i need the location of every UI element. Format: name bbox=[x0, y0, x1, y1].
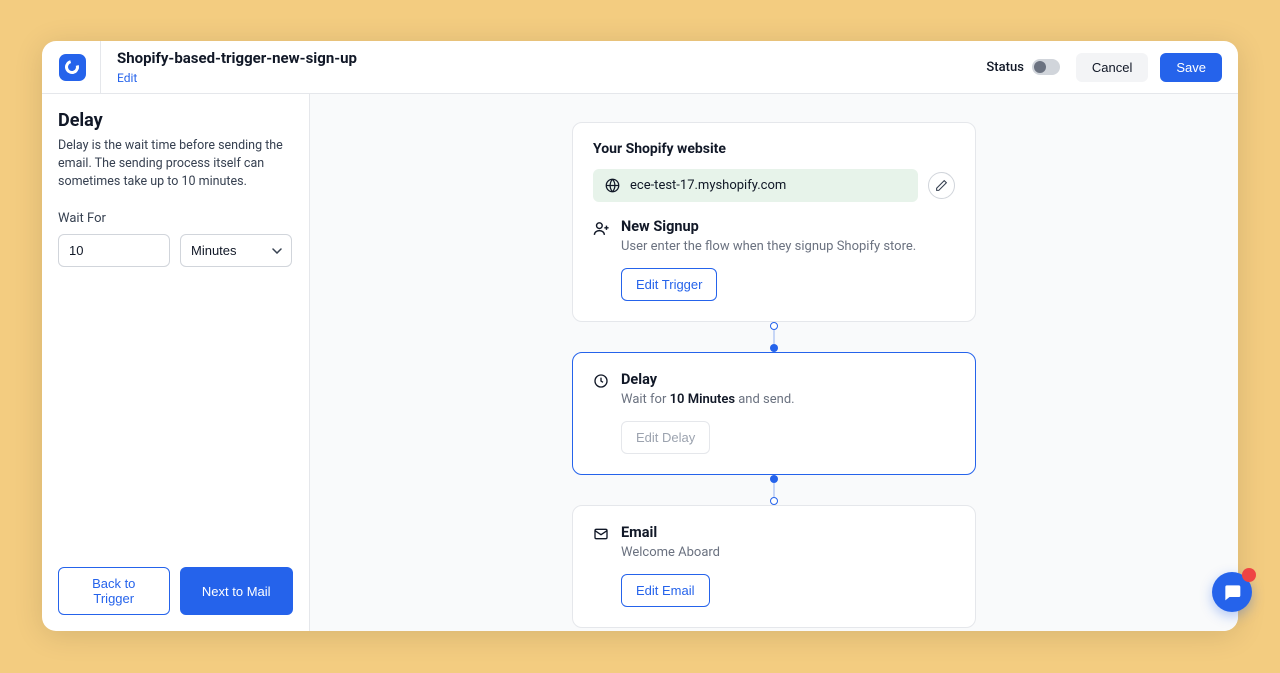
delay-title: Delay bbox=[621, 371, 955, 388]
edit-site-button[interactable] bbox=[928, 172, 955, 199]
chat-badge bbox=[1242, 568, 1256, 582]
email-title: Email bbox=[621, 524, 955, 541]
back-to-trigger-button[interactable]: Back to Trigger bbox=[58, 567, 170, 615]
site-url: ece-test-17.myshopify.com bbox=[630, 178, 786, 193]
status-label: Status bbox=[986, 60, 1023, 75]
topbar: Shopify-based-trigger-new-sign-up Edit S… bbox=[42, 41, 1238, 94]
edit-delay-button[interactable]: Edit Delay bbox=[621, 421, 710, 454]
next-to-mail-button[interactable]: Next to Mail bbox=[180, 567, 294, 615]
sidebar-content: Delay Delay is the wait time before send… bbox=[42, 94, 309, 551]
save-button[interactable]: Save bbox=[1160, 53, 1222, 82]
connector-1 bbox=[770, 322, 778, 352]
sidebar-description: Delay is the wait time before sending th… bbox=[58, 137, 293, 191]
trigger-section-title: Your Shopify website bbox=[593, 141, 955, 157]
title-wrap: Shopify-based-trigger-new-sign-up Edit bbox=[117, 49, 357, 86]
delay-subtitle: Wait for 10 Minutes and send. bbox=[621, 392, 955, 407]
connector-2 bbox=[770, 475, 778, 505]
wait-for-label: Wait For bbox=[58, 211, 293, 226]
globe-icon bbox=[605, 178, 620, 193]
wait-for-row: Minutes bbox=[58, 234, 293, 267]
email-subtitle: Welcome Aboard bbox=[621, 545, 955, 560]
edit-email-button[interactable]: Edit Email bbox=[621, 574, 710, 607]
trigger-subtitle: User enter the flow when they signup Sho… bbox=[621, 239, 955, 254]
status-wrap: Status bbox=[986, 59, 1059, 75]
logo-icon bbox=[62, 57, 81, 76]
wait-unit-select[interactable]: Minutes bbox=[180, 234, 292, 267]
app-window: Shopify-based-trigger-new-sign-up Edit S… bbox=[42, 41, 1238, 631]
pencil-icon bbox=[935, 179, 948, 192]
flow-title: Shopify-based-trigger-new-sign-up bbox=[117, 49, 357, 67]
wait-value-input[interactable] bbox=[58, 234, 170, 267]
edit-title-link[interactable]: Edit bbox=[117, 71, 137, 85]
app-logo[interactable] bbox=[59, 54, 86, 81]
signup-icon bbox=[593, 218, 611, 237]
site-pill: ece-test-17.myshopify.com bbox=[593, 169, 918, 202]
delay-node[interactable]: Delay Wait for 10 Minutes and send. Edit… bbox=[572, 352, 976, 475]
status-toggle[interactable] bbox=[1032, 59, 1060, 75]
sidebar-heading: Delay bbox=[58, 110, 293, 131]
toggle-knob bbox=[1034, 61, 1046, 73]
flow-canvas[interactable]: Your Shopify website ece-test-17.myshopi… bbox=[310, 94, 1238, 631]
cancel-button[interactable]: Cancel bbox=[1076, 53, 1148, 82]
sidebar-footer: Back to Trigger Next to Mail bbox=[42, 551, 309, 631]
mail-icon bbox=[593, 524, 611, 542]
chat-launcher[interactable] bbox=[1212, 572, 1252, 612]
main: Delay Delay is the wait time before send… bbox=[42, 94, 1238, 631]
edit-trigger-button[interactable]: Edit Trigger bbox=[621, 268, 717, 301]
trigger-title: New Signup bbox=[621, 218, 955, 235]
sidebar: Delay Delay is the wait time before send… bbox=[42, 94, 310, 631]
chat-icon bbox=[1222, 582, 1242, 602]
logo-wrap bbox=[58, 41, 101, 94]
clock-icon bbox=[593, 371, 611, 389]
trigger-node[interactable]: Your Shopify website ece-test-17.myshopi… bbox=[572, 122, 976, 322]
email-node[interactable]: Email Welcome Aboard Edit Email bbox=[572, 505, 976, 628]
